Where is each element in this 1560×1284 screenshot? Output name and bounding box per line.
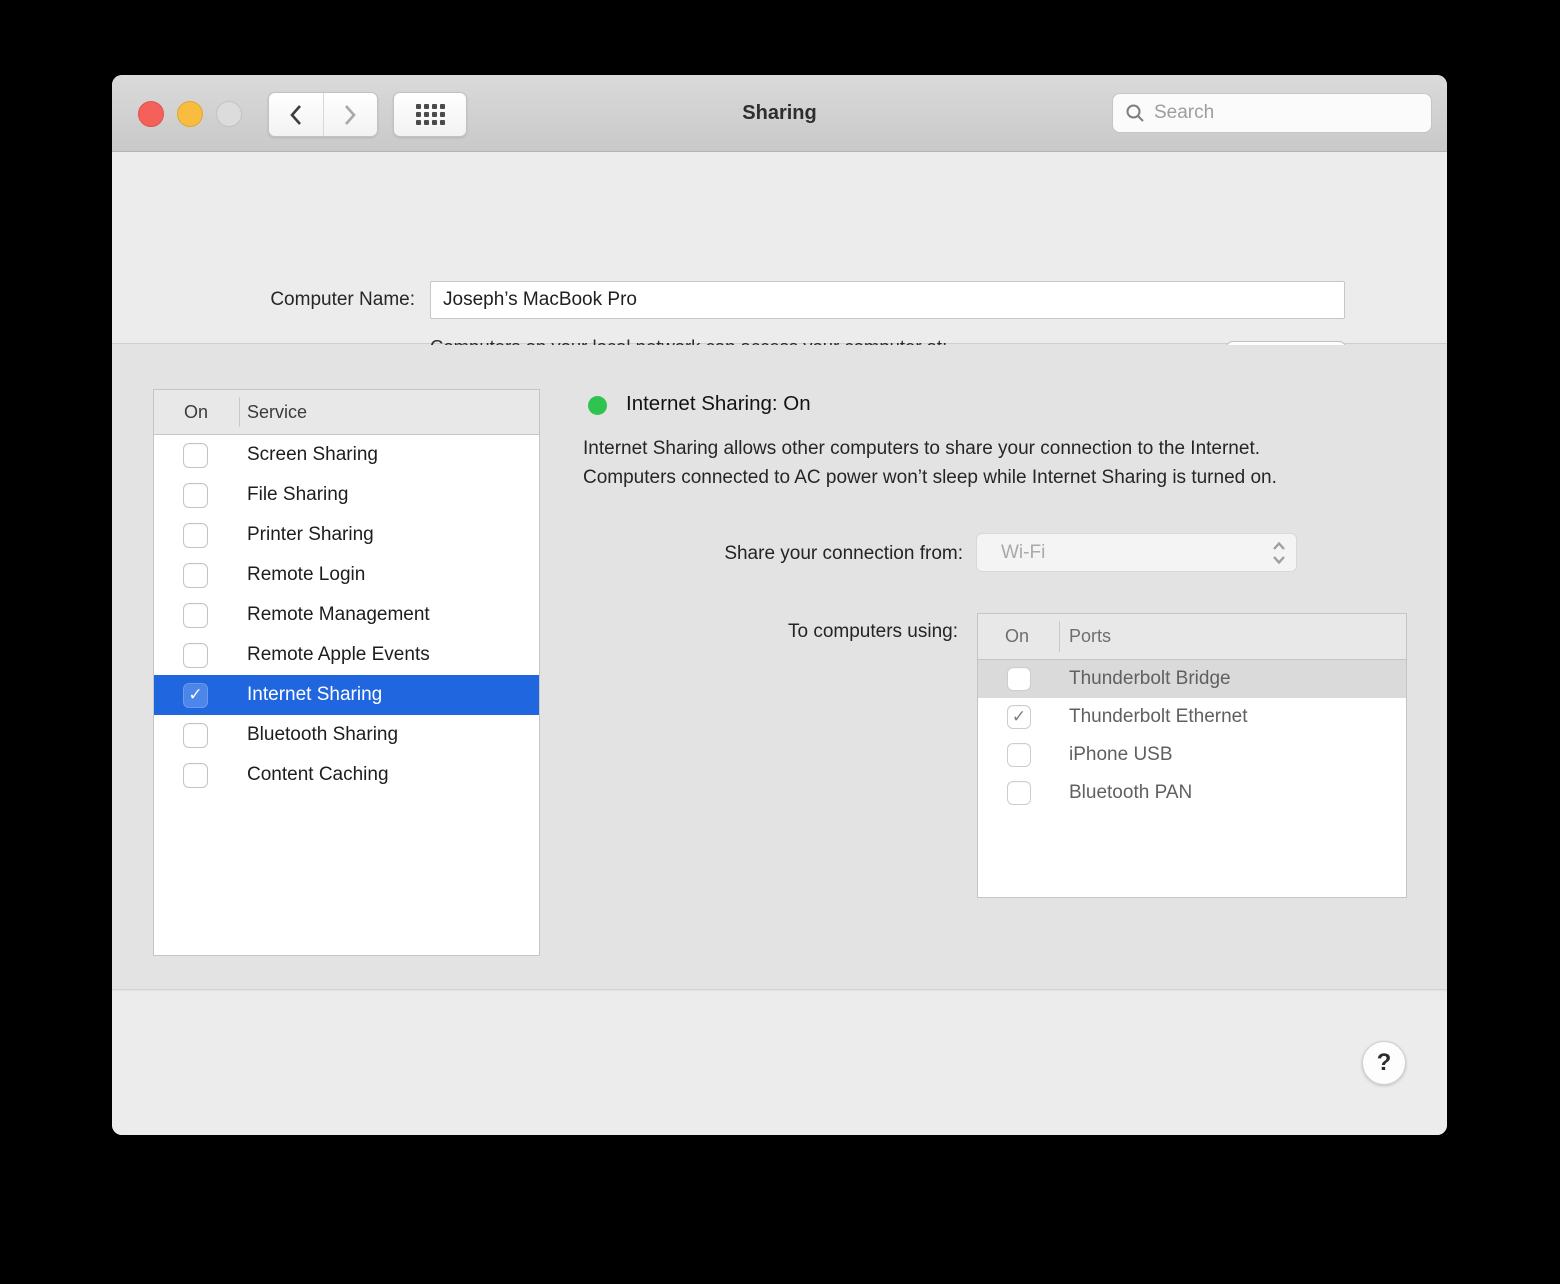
column-divider — [1059, 621, 1060, 652]
ports-column-ports: Ports — [1069, 626, 1112, 646]
ports-column-on: On — [1005, 626, 1030, 646]
service-row[interactable]: Bluetooth Sharing — [154, 715, 539, 755]
status-green-dot-icon — [588, 396, 607, 415]
main-section: On Service Screen Sharing File Sharing Pri… — [112, 345, 1447, 990]
ports-table-header: On Ports — [978, 614, 1406, 660]
port-row[interactable]: Bluetooth PAN — [978, 774, 1406, 812]
computer-name-input[interactable] — [430, 281, 1345, 319]
computer-name-section: Computer Name: Computers on your local n… — [112, 152, 1447, 385]
service-row[interactable]: Printer Sharing — [154, 515, 539, 555]
service-label: Content Caching — [247, 764, 389, 785]
service-label: Internet Sharing — [247, 684, 383, 705]
search-icon — [1126, 104, 1144, 122]
services-table: On Service Screen Sharing File Sharing Pri… — [153, 389, 540, 956]
services-table-header: On Service — [154, 390, 539, 435]
checkbox-unchecked[interactable] — [183, 482, 208, 508]
share-from-popup[interactable]: Wi-Fi — [976, 533, 1297, 572]
service-row[interactable]: Content Caching — [154, 755, 539, 795]
checkbox-unchecked[interactable] — [1007, 743, 1031, 767]
service-label: Screen Sharing — [247, 444, 378, 465]
search-input[interactable] — [1154, 102, 1419, 124]
port-label: Thunderbolt Bridge — [1069, 668, 1231, 689]
checkbox-checked[interactable]: ✓ — [183, 682, 208, 708]
ports-table: On Ports Thunderbolt Bridge ✓ Thunderbolt … — [977, 613, 1407, 898]
ports-table-body: Thunderbolt Bridge ✓ Thunderbolt Ethernet i… — [978, 660, 1406, 812]
share-from-value: Wi-Fi — [1001, 541, 1046, 563]
checkbox-unchecked[interactable] — [1007, 781, 1031, 805]
service-label: Printer Sharing — [247, 524, 374, 545]
service-label: Remote Login — [247, 564, 366, 585]
service-row[interactable]: Remote Management — [154, 595, 539, 635]
to-computers-label: To computers using: — [787, 621, 958, 642]
port-row[interactable]: iPhone USB — [978, 736, 1406, 774]
checkbox-unchecked[interactable] — [183, 722, 208, 748]
service-label: Remote Management — [247, 604, 430, 625]
help-icon: ? — [1376, 1049, 1392, 1076]
service-label: File Sharing — [247, 484, 349, 505]
popup-stepper-icon — [1271, 540, 1287, 566]
checkbox-unchecked[interactable] — [183, 562, 208, 588]
bottom-section: ? — [112, 991, 1447, 1135]
service-label: Bluetooth Sharing — [247, 724, 399, 745]
service-row[interactable]: ✓ Internet Sharing — [154, 675, 539, 715]
sharing-preferences-window: Sharing Computer Name: Computers on your… — [112, 75, 1447, 1135]
search-field[interactable] — [1112, 93, 1432, 133]
checkbox-checked[interactable]: ✓ — [1007, 705, 1031, 729]
computer-name-label: Computer Name: — [270, 289, 415, 310]
services-column-on: On — [184, 401, 209, 422]
port-label: iPhone USB — [1069, 744, 1173, 765]
service-row[interactable]: Screen Sharing — [154, 435, 539, 475]
service-row[interactable]: File Sharing — [154, 475, 539, 515]
checkbox-unchecked[interactable] — [183, 442, 208, 468]
share-from-label: Share your connection from: — [724, 543, 963, 564]
internet-sharing-description: Internet Sharing allows other computers … — [583, 438, 1277, 488]
column-divider — [239, 397, 240, 427]
service-label: Remote Apple Events — [247, 644, 430, 665]
port-row[interactable]: ✓ Thunderbolt Ethernet — [978, 698, 1406, 736]
port-label: Bluetooth PAN — [1069, 782, 1193, 803]
services-table-body: Screen Sharing File Sharing Printer Sharin… — [154, 435, 539, 795]
checkbox-unchecked[interactable] — [183, 602, 208, 628]
checkbox-unchecked[interactable] — [183, 762, 208, 788]
checkbox-unchecked[interactable] — [183, 642, 208, 668]
help-button[interactable]: ? — [1362, 1041, 1406, 1085]
internet-sharing-status-title: Internet Sharing: On — [626, 392, 811, 415]
services-column-service: Service — [247, 401, 308, 422]
checkbox-unchecked[interactable] — [1007, 667, 1031, 691]
service-row[interactable]: Remote Login — [154, 555, 539, 595]
checkbox-unchecked[interactable] — [183, 522, 208, 548]
port-row[interactable]: Thunderbolt Bridge — [978, 660, 1406, 698]
port-label: Thunderbolt Ethernet — [1069, 706, 1248, 727]
titlebar: Sharing — [112, 75, 1447, 152]
service-row[interactable]: Remote Apple Events — [154, 635, 539, 675]
